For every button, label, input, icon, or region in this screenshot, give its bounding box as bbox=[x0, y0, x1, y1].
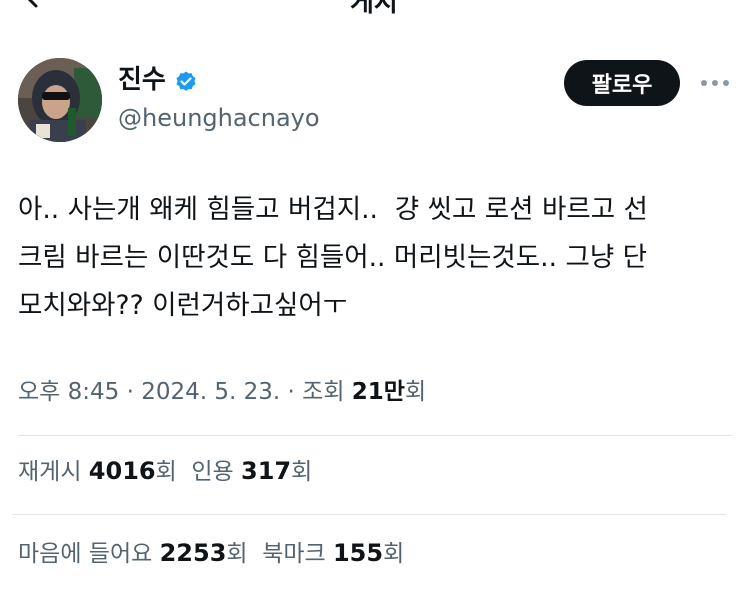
reposts-label: 재게시 bbox=[18, 459, 82, 485]
arrow-left-icon[interactable] bbox=[22, 0, 46, 10]
tweet-date[interactable]: 2024. 5. 23. bbox=[141, 379, 280, 405]
bookmarks-count: 155 bbox=[332, 539, 384, 567]
reposts-count: 4016 bbox=[88, 457, 156, 485]
bookmarks-label: 북마크 bbox=[262, 541, 326, 567]
reposts-suffix: 회 bbox=[155, 459, 177, 485]
avatar[interactable] bbox=[18, 58, 102, 142]
page-title: 게시 bbox=[350, 0, 398, 18]
stats-row-reposts-quotes: 재게시 4016회 인용 317회 bbox=[18, 455, 312, 488]
likes-label: 마음에 들어요 bbox=[18, 541, 153, 567]
tweet-text: 아.. 사는개 왜케 힘들고 버겁지.. 걍 씻고 로션 바르고 선 크림 바르… bbox=[18, 194, 648, 321]
reposts-stat[interactable]: 재게시 4016회 bbox=[18, 457, 177, 485]
follow-button[interactable]: 팔로우 bbox=[564, 60, 680, 106]
views-count: 21만 bbox=[351, 379, 405, 405]
quotes-suffix: 회 bbox=[291, 459, 313, 485]
views-label: 조회 bbox=[302, 379, 345, 405]
divider bbox=[18, 435, 732, 436]
likes-count: 2253 bbox=[159, 539, 227, 567]
likes-suffix: 회 bbox=[226, 541, 248, 567]
quotes-label: 인용 bbox=[191, 459, 234, 485]
avatar-photo bbox=[18, 58, 102, 142]
author-handle[interactable]: @heunghacnayo bbox=[118, 103, 320, 133]
meta-separator: · bbox=[119, 379, 142, 405]
quotes-stat[interactable]: 인용 317회 bbox=[191, 457, 313, 485]
tweet-time[interactable]: 오후 8:45 bbox=[18, 379, 119, 405]
author-name[interactable]: 진수 bbox=[118, 64, 166, 96]
more-horizontal-icon[interactable] bbox=[700, 74, 730, 92]
views-suffix: 회 bbox=[404, 379, 427, 405]
stats-row-likes-bookmarks: 마음에 들어요 2253회 북마크 155회 bbox=[18, 537, 404, 570]
quotes-count: 317 bbox=[241, 457, 292, 485]
likes-stat[interactable]: 마음에 들어요 2253회 bbox=[18, 539, 248, 567]
divider bbox=[12, 514, 726, 515]
top-bar: 게시 bbox=[0, 0, 750, 18]
bookmarks-suffix: 회 bbox=[383, 541, 405, 567]
meta-separator: · bbox=[280, 379, 303, 405]
bookmarks-stat[interactable]: 북마크 155회 bbox=[262, 539, 405, 567]
verified-badge-icon bbox=[176, 71, 196, 91]
tweet-meta: 오후 8:45 · 2024. 5. 23. · 조회 21만회 bbox=[18, 376, 426, 408]
